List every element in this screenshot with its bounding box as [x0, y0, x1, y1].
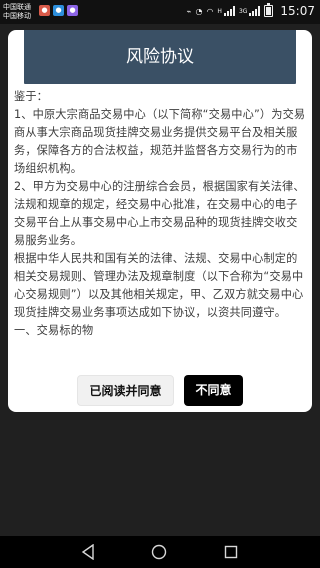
home-icon[interactable] [151, 544, 167, 560]
agree-button[interactable]: 已阅读并同意 [77, 375, 174, 406]
notification-icons: ● ● ● [39, 5, 78, 16]
vibrate-icon: ⌁ [186, 6, 192, 16]
agreement-paragraph-3: 根据中华人民共和国有关的法律、法规、交易中心制定的相关交易规则、管理办法及规章制… [14, 252, 304, 319]
risk-agreement-dialog: 风险协议 鉴于： 1、中原大宗商品交易中心（以下简称“交易中心”）为交易商从事大… [8, 30, 312, 412]
recent-apps-icon[interactable] [224, 545, 238, 559]
phone-screen: 中国联通 中国移动 ● ● ● ⌁ ◔ ◠ H 3G 15:07 风险协议 鉴于… [0, 0, 320, 568]
battery-icon [264, 3, 274, 17]
battery-fill [266, 7, 272, 15]
agreement-paragraph-1: 1、中原大宗商品交易中心（以下简称“交易中心”）为交易商从事大宗商品现货挂牌交易… [14, 108, 306, 175]
network-label-right: 3G [238, 7, 248, 15]
signal-icon-right [249, 6, 261, 16]
status-bar: 中国联通 中国移动 ● ● ● ⌁ ◔ ◠ H 3G 15:07 [0, 0, 320, 24]
dialog-actions: 已阅读并同意 不同意 [8, 375, 312, 406]
agreement-section-heading: 一、交易标的物 [14, 324, 94, 337]
app-notification-icon: ● [39, 5, 50, 16]
navigation-bar [0, 536, 320, 568]
carrier-top-label: 中国联通 [3, 3, 31, 11]
status-icons: ⌁ ◔ ◠ H 3G 15:07 [186, 3, 315, 18]
disagree-button[interactable]: 不同意 [184, 375, 243, 406]
signal-icon-left [223, 6, 235, 16]
wifi-icon: ◠ [206, 6, 214, 16]
carrier-labels: 中国联通 中国移动 [3, 3, 35, 21]
alarm-icon: ◔ [195, 6, 203, 16]
clock-time: 15:07 [280, 3, 315, 18]
dialog-title: 风险协议 [24, 30, 296, 84]
agreement-scroll-area[interactable]: 鉴于： 1、中原大宗商品交易中心（以下简称“交易中心”）为交易商从事大宗商品现货… [14, 88, 308, 367]
agreement-paragraph-2: 2、甲方为交易中心的注册综合会员，根据国家有关法律、法规和规章的规定，经交易中心… [14, 180, 305, 247]
network-label-left: H [217, 7, 222, 15]
message-notification-icon: ● [53, 5, 64, 16]
sync-notification-icon: ● [67, 5, 78, 16]
agreement-paragraph-intro: 鉴于： [14, 90, 49, 103]
back-icon[interactable] [81, 544, 95, 560]
carrier-bottom-label: 中国移动 [3, 12, 31, 20]
